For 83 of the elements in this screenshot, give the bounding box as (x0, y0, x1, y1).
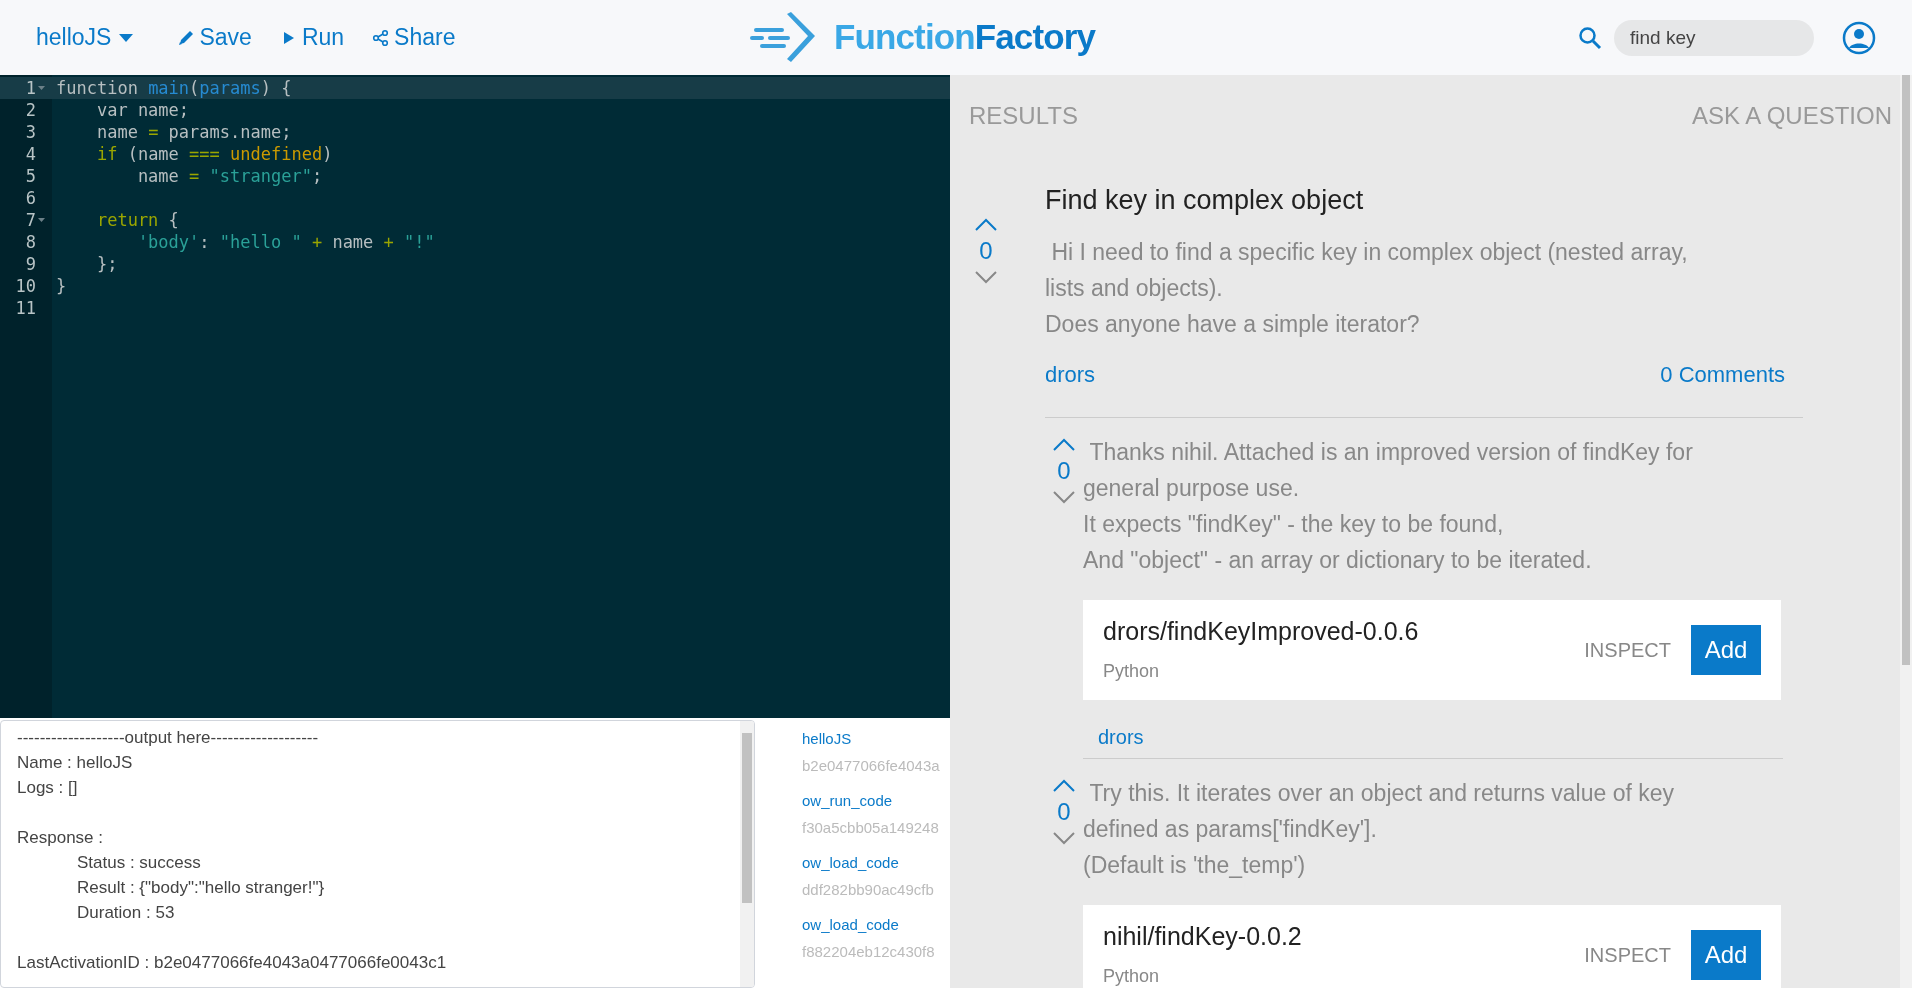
line-number: 6 (25, 187, 36, 209)
fold-icon (38, 218, 45, 222)
package-name[interactable]: drors/findKeyImproved-0.0.6 (1103, 615, 1585, 646)
output-line: LastActivationID : b2e0477066fe4043a0477066fe0043c1 (17, 953, 447, 972)
code-line: name = "stranger"; (136, 166, 323, 186)
code-line: name = params.name; (95, 122, 292, 142)
question-text: Hi I need to find a specific key in complex object (nested array, lists and objects). (1045, 238, 1689, 303)
fold-icon (38, 86, 45, 90)
activation-link[interactable]: helloJS (802, 728, 950, 750)
author-link[interactable]: drors (1098, 726, 1144, 748)
line-number: 1 (25, 77, 36, 99)
activation-link[interactable]: ow_load_code (802, 914, 950, 936)
add-button[interactable]: Add (1691, 625, 1761, 675)
project-dropdown[interactable]: helloJS (36, 20, 134, 55)
downvote-icon (1053, 832, 1075, 845)
inspect-button[interactable]: INSPECT (1584, 940, 1671, 970)
activation-id: b2e0477066fe4043a (802, 756, 941, 776)
line-number: 7 (25, 209, 36, 231)
output-line: Duration : 53 (77, 903, 175, 922)
pencil-icon (177, 28, 196, 47)
line-number: 10 (15, 275, 36, 297)
output-line: Result : {"body":"hello stranger!"} (77, 878, 325, 897)
brand-name: FunctionFactory (834, 16, 1096, 59)
output-line: Response : (17, 828, 103, 847)
code-editor[interactable]: 1 2 3 4 5 6 7 8 9 10 11 function main(params) { var name; name = params.name; if (name === undefined) name = "stranger"; return { 'body': "hello " + name + "!" }; } (0, 75, 950, 718)
caret-icon (119, 33, 134, 42)
answer-text: (Default is 'the_temp') (1083, 851, 1307, 880)
package-language: Python (1103, 964, 1161, 988)
results-tab[interactable]: RESULTS (969, 98, 1078, 134)
share-button[interactable]: Share (372, 20, 456, 55)
add-button[interactable]: Add (1691, 930, 1761, 980)
question-title[interactable]: Find key in complex object (1045, 182, 1785, 218)
output-box[interactable] (0, 720, 755, 988)
package-name[interactable]: nihil/findKey-0.0.2 (1103, 920, 1585, 951)
output-line: Status : success (77, 853, 201, 872)
search-icon (1578, 25, 1602, 50)
answer-text: Thanks nihil. Attached is an improved version of findKey for general purpose use. (1083, 438, 1694, 503)
line-number: 9 (25, 253, 36, 275)
line-number: 4 (25, 143, 36, 165)
code-line: } (56, 276, 67, 296)
upvote-icon (975, 218, 997, 231)
code-line: var name; (95, 100, 190, 120)
activation-link[interactable]: ow_run_code (802, 790, 950, 812)
downvote-icon (1053, 491, 1075, 504)
author-link[interactable]: drors (1045, 358, 1096, 391)
code-line: }; (95, 254, 118, 274)
ask-question-link[interactable]: ASK A QUESTION (1691, 98, 1892, 134)
answer-text: It expects "findKey" - the key to be found, (1083, 510, 1505, 539)
code-line: function main(params) { (56, 78, 292, 98)
answer-text: And "object" - an array or dictionary to be iterated. (1083, 546, 1593, 575)
question-text: Does anyone have a simple iterator? (1045, 310, 1421, 339)
package-language: Python (1103, 659, 1161, 683)
line-number: 11 (15, 297, 36, 319)
downvote-icon (975, 271, 997, 284)
output-line: -------------------output here------------------- (17, 728, 319, 747)
vote-count: 0 (1057, 798, 1071, 826)
code-line: if (name === undefined) (95, 144, 333, 164)
activation-id: f882204eb12c430f8 (802, 942, 936, 962)
activation-id: f30a5cbb05a149248 (802, 818, 940, 838)
scrollbar[interactable] (740, 721, 754, 987)
code-line: 'body': "hello " + name + "!" (136, 232, 435, 252)
line-number: 5 (25, 165, 36, 187)
output-line: Logs : [] (17, 778, 78, 797)
user-icon (1842, 20, 1876, 55)
share-icon (372, 28, 391, 47)
scrollbar[interactable] (1900, 75, 1912, 988)
activation-link[interactable]: ow_load_code (802, 852, 950, 874)
vote-count: 0 (979, 237, 993, 265)
run-button[interactable]: Run (279, 20, 345, 55)
search-field[interactable]: find key (1614, 19, 1814, 56)
answer-text: Try this. It iterates over an object and returns value of key defined as params['findKey']. (1083, 779, 1676, 844)
upvote-icon (1053, 438, 1075, 451)
upvote-icon (1053, 779, 1075, 792)
activation-id: ddf282bb90ac49cfb (802, 880, 935, 900)
vote-count: 0 (1057, 457, 1071, 485)
code-line: return { (95, 210, 179, 230)
inspect-button[interactable]: INSPECT (1584, 635, 1671, 665)
line-number: 2 (25, 99, 36, 121)
output-line: Name : helloJS (17, 753, 133, 772)
comments-link[interactable]: 0 Comments (1660, 358, 1785, 391)
line-number: 3 (25, 121, 36, 143)
line-number: 8 (25, 231, 36, 253)
save-button[interactable]: Save (177, 20, 252, 55)
